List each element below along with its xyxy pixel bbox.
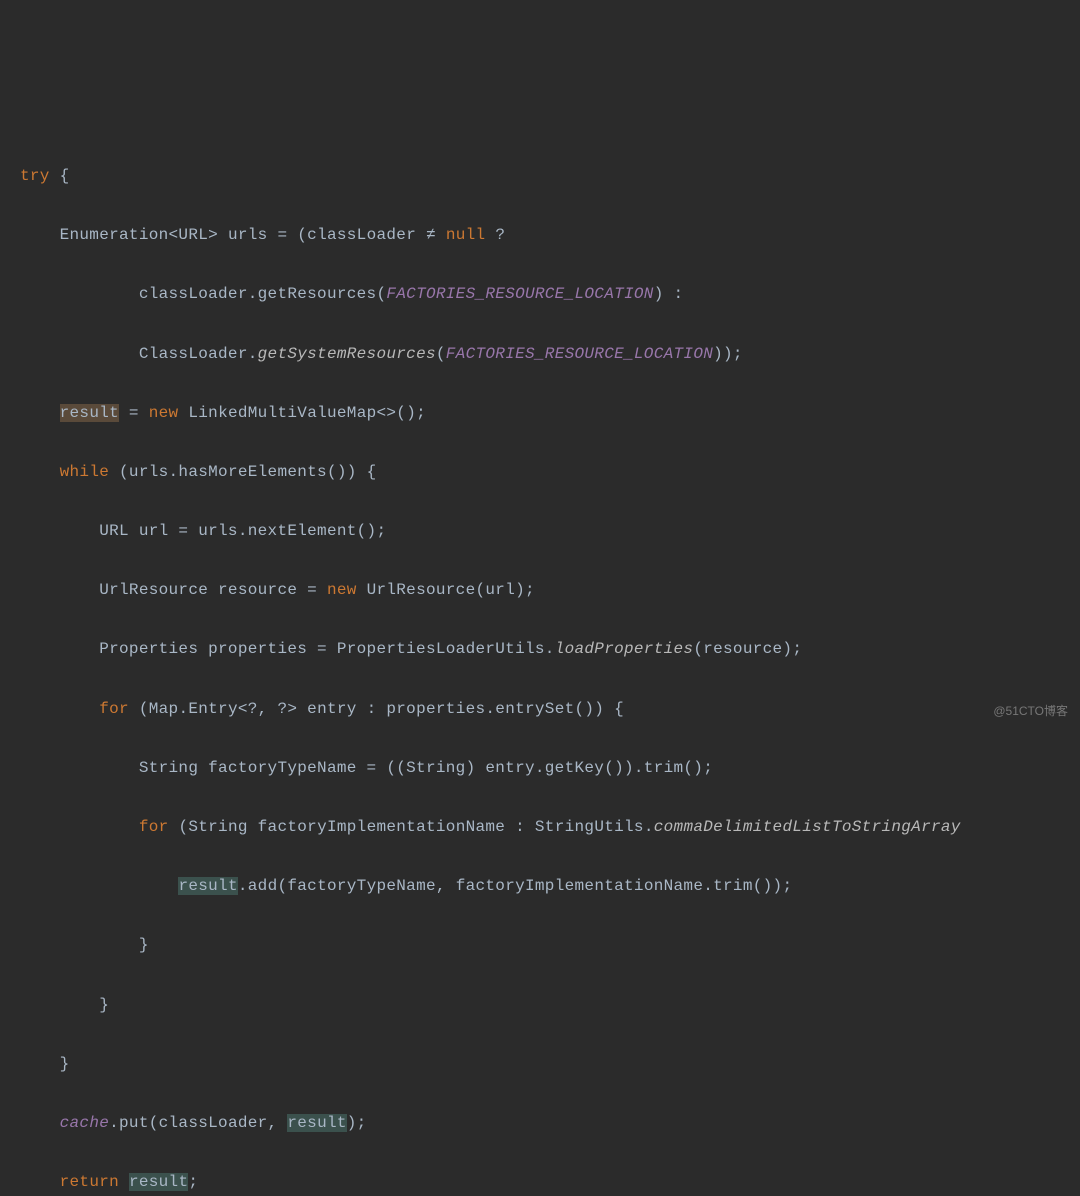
code-line: ClassLoader.getSystemResources(FACTORIES… [0,340,1080,370]
static-method: commaDelimitedListToStringArray [654,818,961,836]
code-line: Enumeration<URL> urls = (classLoader ≠ n… [0,221,1080,251]
keyword-null: null [446,226,486,244]
variable-result: result [178,877,237,895]
code-line: String factoryTypeName = ((String) entry… [0,754,1080,784]
keyword-while: while [60,463,110,481]
keyword-return: return [60,1173,119,1191]
code-line: for (Map.Entry<?, ?> entry : properties.… [0,695,1080,725]
code-line: while (urls.hasMoreElements()) { [0,458,1080,488]
code-line: } [0,931,1080,961]
code-line: return result; [0,1168,1080,1196]
keyword-try: try [20,167,50,185]
variable-result: result [287,1114,346,1132]
code-line: classLoader.getResources(FACTORIES_RESOU… [0,280,1080,310]
code-line: Properties properties = PropertiesLoader… [0,635,1080,665]
code-line: } [0,1050,1080,1080]
code-line: URL url = urls.nextElement(); [0,517,1080,547]
watermark: @51CTO博客 [993,700,1068,722]
keyword-new: new [149,404,179,422]
code-line: for (String factoryImplementationName : … [0,813,1080,843]
static-method: loadProperties [555,640,694,658]
constant: FACTORIES_RESOURCE_LOCATION [446,345,713,363]
code-line: cache.put(classLoader, result); [0,1109,1080,1139]
variable-result: result [129,1173,188,1191]
static-method: getSystemResources [258,345,436,363]
variable-result: result [60,404,119,422]
code-line: result = new LinkedMultiValueMap<>(); [0,399,1080,429]
code-line: UrlResource resource = new UrlResource(u… [0,576,1080,606]
code-editor[interactable]: try { Enumeration<URL> urls = (classLoad… [0,132,1080,730]
code-line: } [0,991,1080,1021]
field-cache: cache [60,1114,110,1132]
code-line: result.add(factoryTypeName, factoryImple… [0,872,1080,902]
keyword-for: for [99,700,129,718]
keyword-new: new [327,581,357,599]
keyword-for: for [139,818,169,836]
code-line: try { [0,162,1080,192]
constant: FACTORIES_RESOURCE_LOCATION [386,285,653,303]
